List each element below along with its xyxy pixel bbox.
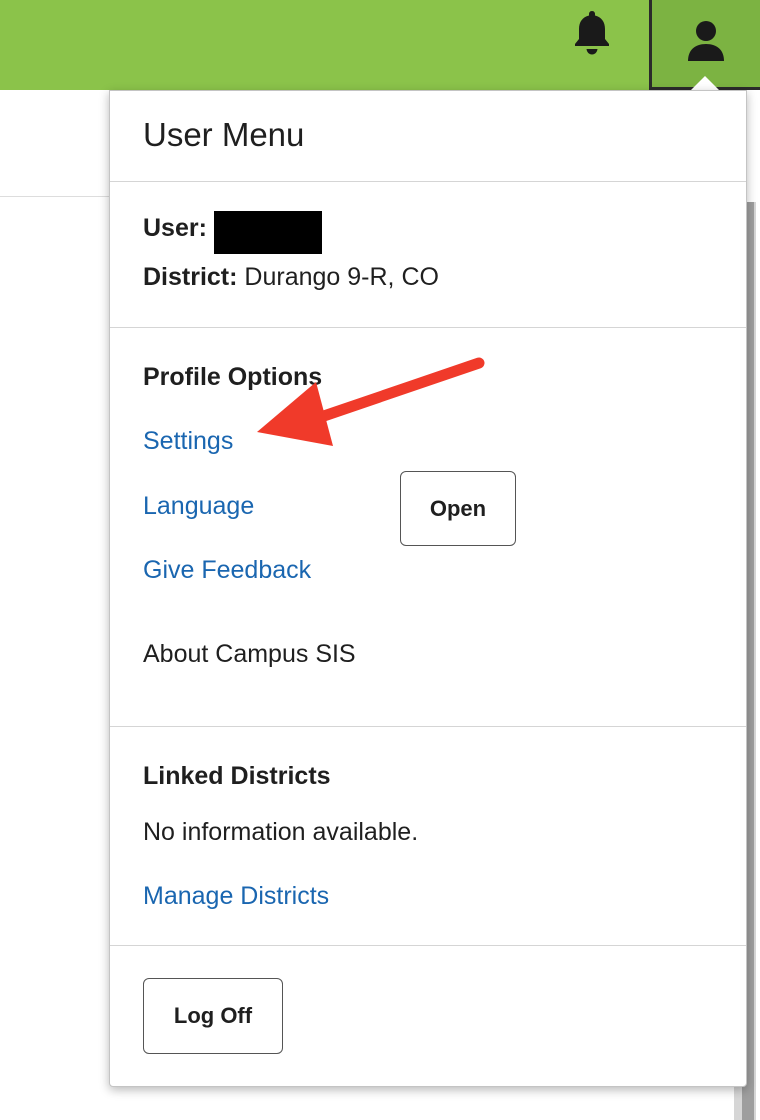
linked-districts-heading: Linked Districts xyxy=(143,762,331,790)
page: User Menu User: District: Durango 9-R, C… xyxy=(0,0,760,1120)
about-campus-sis-label: About Campus SIS xyxy=(143,640,356,668)
settings-link[interactable]: Settings xyxy=(143,427,233,456)
profile-options-heading: Profile Options xyxy=(143,363,323,391)
menu-title-section: User Menu xyxy=(110,91,746,182)
district-line: District: Durango 9-R, CO xyxy=(143,263,439,292)
give-feedback-link[interactable]: Give Feedback xyxy=(143,556,311,585)
user-info-section: User: District: Durango 9-R, CO xyxy=(110,182,746,328)
bell-icon xyxy=(572,8,612,61)
background-divider xyxy=(0,196,112,197)
profile-options-section: Profile Options Settings Language Give F… xyxy=(110,328,746,727)
about-open-button[interactable]: Open xyxy=(400,471,516,546)
user-menu-dropdown: User Menu User: District: Durango 9-R, C… xyxy=(109,90,747,1087)
language-link[interactable]: Language xyxy=(143,492,254,521)
district-value: Durango 9-R, CO xyxy=(244,263,439,291)
manage-districts-link[interactable]: Manage Districts xyxy=(143,882,329,911)
notifications-button[interactable] xyxy=(562,4,622,64)
no-information-text: No information available. xyxy=(143,818,419,846)
district-label: District: xyxy=(143,263,238,291)
person-icon xyxy=(686,19,726,68)
log-off-button[interactable]: Log Off xyxy=(143,978,283,1054)
menu-title: User Menu xyxy=(143,116,305,153)
user-line: User: xyxy=(143,214,207,243)
menu-caret xyxy=(691,76,719,90)
linked-districts-section: Linked Districts No information availabl… xyxy=(110,727,746,946)
logoff-section: Log Off xyxy=(110,946,746,1086)
top-header-bar xyxy=(0,0,760,90)
user-label: User: xyxy=(143,214,207,242)
redacted-username xyxy=(214,211,322,254)
